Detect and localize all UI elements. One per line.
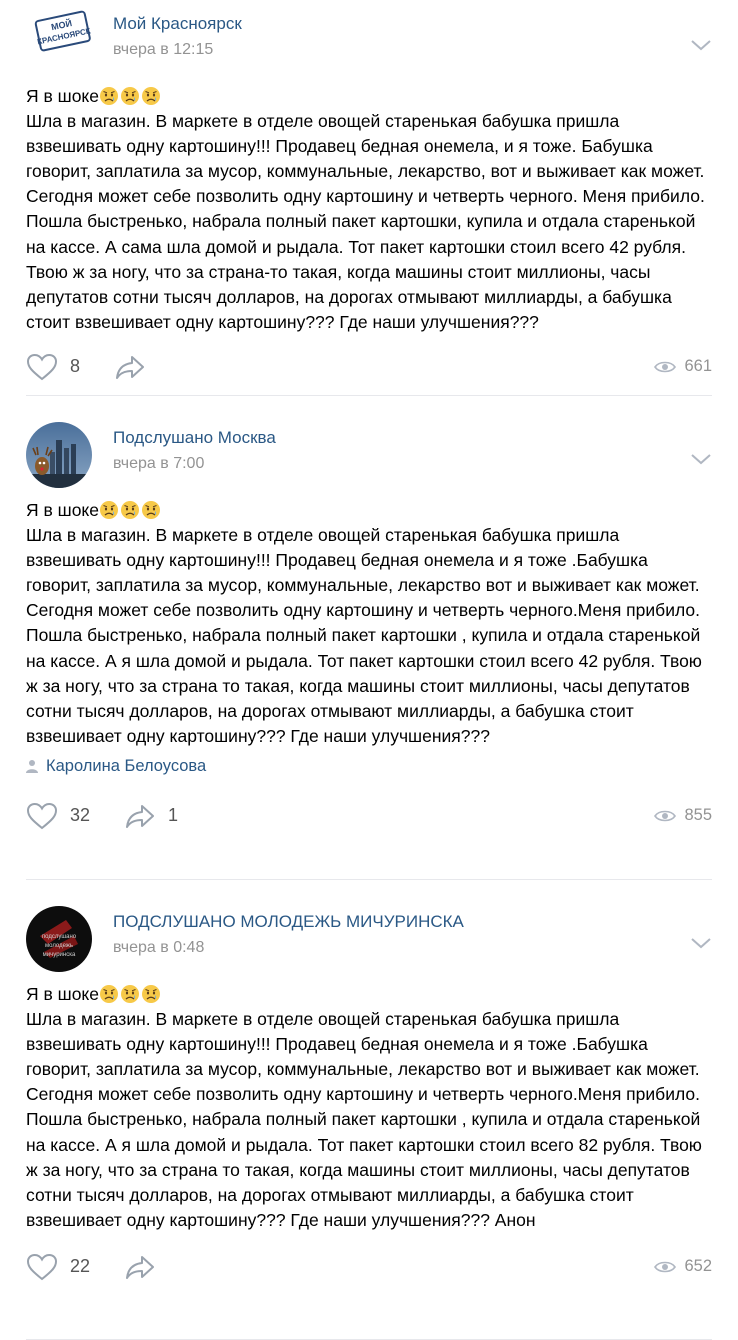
views-counter: 661 [654, 347, 712, 387]
chevron-down-icon[interactable] [690, 936, 712, 950]
post-text: Я в шоке Шла в магазин. В маркете в отде… [26, 982, 712, 1233]
like-count: 22 [70, 1256, 91, 1277]
post-time[interactable]: вчера в 7:00 [113, 455, 204, 473]
post-lead: Я в шоке [26, 86, 100, 106]
post-actions: 8 661 [26, 347, 712, 393]
author-name[interactable]: Мой Красноярск [113, 14, 242, 34]
post-time[interactable]: вчера в 0:48 [113, 939, 204, 957]
post-actions: 22 652 [26, 1247, 712, 1293]
chevron-down-icon[interactable] [690, 452, 712, 466]
post-body: Шла в магазин. В маркете в отделе овощей… [26, 111, 710, 332]
sad-face-emoji [99, 500, 162, 520]
sad-face-emoji [99, 86, 162, 106]
views-counter: 652 [654, 1247, 712, 1287]
share-arrow-icon [116, 355, 144, 379]
views-count: 661 [684, 357, 712, 376]
heart-icon [26, 802, 58, 830]
author-name[interactable]: ПОДСЛУШАНО МОЛОДЕЖЬ МИЧУРИНСКА [113, 912, 464, 932]
share-button[interactable]: 1 [124, 796, 178, 836]
eye-icon [654, 810, 677, 822]
post-text: Я в шоке Шла в магазин. В маркете в отде… [26, 84, 712, 335]
heart-icon [26, 353, 58, 381]
author-name[interactable]: Подслушано Москва [113, 428, 276, 448]
share-button[interactable] [124, 1247, 168, 1287]
svg-text:мичуринска: мичуринска [43, 952, 76, 958]
avatar[interactable]: подслушано молодежь мичуринска [26, 906, 92, 972]
views-counter: 855 [654, 796, 712, 836]
share-button[interactable] [114, 347, 158, 387]
post-lead: Я в шоке [26, 984, 100, 1004]
post-body: Шла в магазин. В маркете в отделе овощей… [26, 525, 707, 746]
views-count: 855 [684, 806, 712, 825]
like-count: 32 [70, 805, 91, 826]
like-button[interactable]: 8 [26, 347, 80, 387]
post-text: Я в шоке Шла в магазин. В маркете в отде… [26, 498, 712, 749]
like-button[interactable]: 22 [26, 1247, 90, 1287]
signer-name[interactable]: Каролина Белоусова [46, 757, 206, 776]
eye-icon [654, 361, 677, 373]
news-feed: МОЙ КРАСНОЯРСК Мой Красноярск вчера в 12… [0, 4, 738, 1340]
svg-text:молодежь: молодежь [45, 943, 73, 949]
post-divider [26, 395, 712, 396]
post-header: Подслушано Москва вчера в 7:00 [26, 422, 712, 488]
post-actions: 32 1 855 [26, 796, 712, 842]
share-count: 1 [168, 805, 179, 826]
like-count: 8 [70, 356, 81, 377]
post-lead: Я в шоке [26, 500, 100, 520]
post-time[interactable]: вчера в 12:15 [113, 41, 213, 59]
post-divider [26, 879, 712, 880]
person-icon [26, 760, 38, 774]
post-header: подслушано молодежь мичуринска ПОДСЛУШАН… [26, 906, 712, 972]
heart-icon [26, 1253, 58, 1281]
eye-icon [654, 1261, 677, 1273]
post-header: МОЙ КРАСНОЯРСК Мой Красноярск вчера в 12… [26, 4, 712, 70]
chevron-down-icon[interactable] [690, 38, 712, 52]
avatar[interactable]: МОЙ КРАСНОЯРСК [32, 4, 94, 60]
signer[interactable]: Каролина Белоусова [26, 757, 712, 776]
avatar[interactable] [26, 422, 92, 488]
like-button[interactable]: 32 [26, 796, 90, 836]
post: Подслушано Москва вчера в 7:00 Я в шоке … [0, 422, 738, 880]
share-arrow-icon [126, 1255, 154, 1279]
svg-text:подслушано: подслушано [42, 934, 77, 940]
post: подслушано молодежь мичуринска ПОДСЛУШАН… [0, 906, 738, 1340]
post: МОЙ КРАСНОЯРСК Мой Красноярск вчера в 12… [0, 4, 738, 396]
share-arrow-icon [126, 804, 154, 828]
views-count: 652 [684, 1257, 712, 1276]
post-body: Шла в магазин. В маркете в отделе овощей… [26, 1009, 707, 1230]
sad-face-emoji [99, 984, 162, 1004]
